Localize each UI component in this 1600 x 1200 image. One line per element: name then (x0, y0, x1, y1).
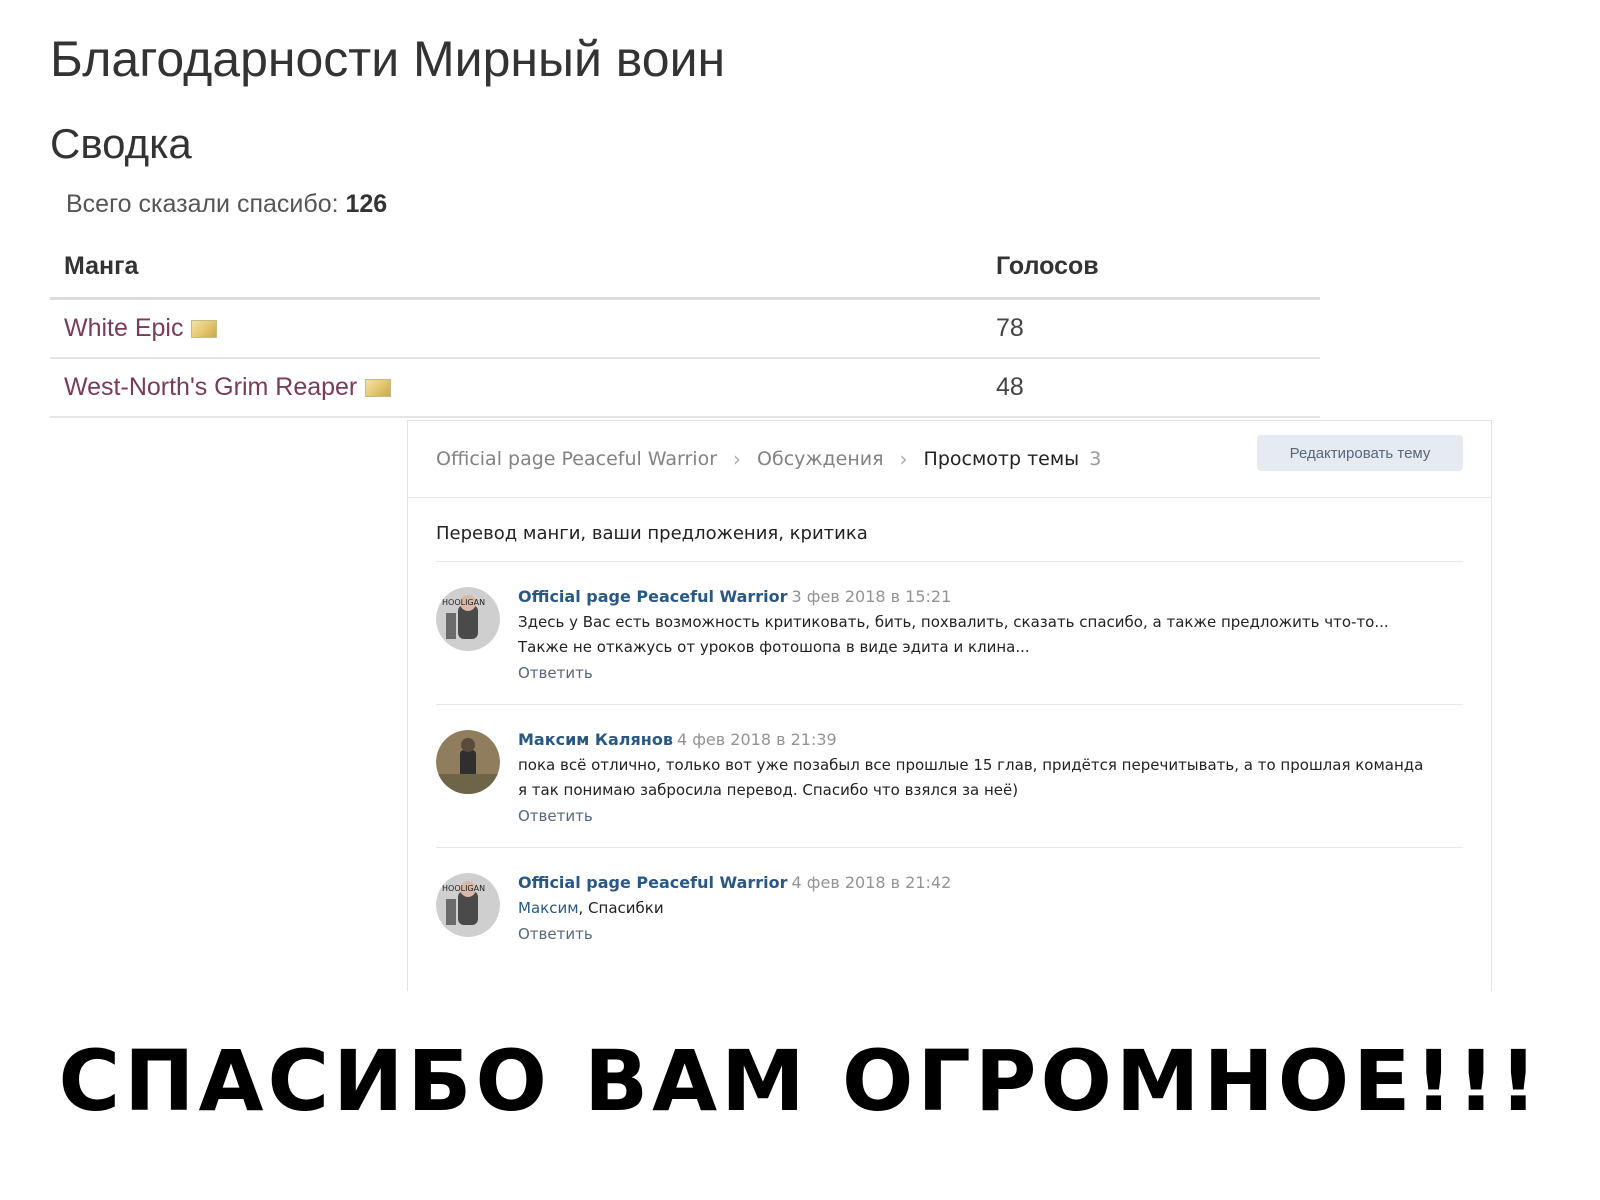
page-title: Благодарности Мирный воин (50, 31, 726, 87)
post-body: Максим Калянов 4 фев 2018 в 21:39 пока вс… (518, 730, 1463, 825)
avatar[interactable]: HOOLIGAN (436, 873, 500, 937)
flag-icon (191, 320, 218, 339)
total-value: 126 (345, 190, 388, 218)
post-body: Official page Peaceful Warrior 4 фев 2018… (518, 873, 1463, 943)
flag-icon (365, 379, 392, 398)
post-text-line: пока всё отлично, только вот уже позабыл… (518, 756, 1424, 774)
svg-text:HOOLIGAN: HOOLIGAN (442, 598, 485, 607)
mention-link[interactable]: Максим (518, 899, 579, 917)
post-text: пока всё отлично, только вот уже позабыл… (518, 753, 1463, 803)
votes-cell: 78 (982, 298, 1320, 359)
breadcrumb-discussions[interactable]: Обсуждения (757, 448, 884, 470)
avatar[interactable]: HOOLIGAN (436, 587, 500, 651)
post-author[interactable]: Official page Peaceful Warrior (518, 873, 788, 892)
manga-cell: White Epic (50, 298, 982, 359)
post-text-line: Здесь у Вас есть возможность критиковать… (518, 613, 1389, 631)
caption: СПАСИБО ВАМ ОГРОМНОЕ!!! (58, 1032, 1542, 1130)
post: Максим Калянов 4 фев 2018 в 21:39 пока вс… (436, 730, 1463, 840)
discussion-panel: Official page Peaceful Warrior › Обсужде… (407, 420, 1492, 991)
post: HOOLIGAN Official page Peaceful Warrior 3… (436, 587, 1463, 697)
breadcrumb-current: Просмотр темы (923, 448, 1080, 470)
reply-link[interactable]: Ответить (518, 664, 593, 682)
post-date: 4 фев 2018 в 21:42 (791, 873, 952, 892)
breadcrumb-group[interactable]: Official page Peaceful Warrior (436, 448, 717, 470)
header-votes: Голосов (982, 240, 1320, 300)
post-text-line: Также не откажусь от уроков фотошопа в в… (518, 638, 1030, 656)
discussion-header: Official page Peaceful Warrior › Обсужде… (408, 421, 1491, 498)
post-text: Здесь у Вас есть возможность критиковать… (518, 610, 1463, 660)
topic-title: Перевод манги, ваши предложения, критика (436, 523, 868, 544)
post-date: 3 фев 2018 в 15:21 (791, 587, 952, 606)
edit-topic-button[interactable]: Редактировать тему (1257, 435, 1463, 471)
total-thanks: Всего сказали спасибо: 126 (66, 190, 387, 219)
post-text-line: , Спасибки (578, 899, 664, 917)
post: HOOLIGAN Official page Peaceful Warrior 4… (436, 873, 1463, 973)
votes-cell: 48 (982, 358, 1320, 418)
chevron-right-icon: › (899, 447, 908, 471)
post-author[interactable]: Максим Калянов (518, 730, 673, 749)
header-manga: Манга (50, 240, 982, 300)
avatar[interactable] (436, 730, 500, 794)
post-date: 4 фев 2018 в 21:39 (676, 730, 837, 749)
post-text-line: я так понимаю забросила перевод. Спасибо… (518, 781, 1019, 799)
svg-text:HOOLIGAN: HOOLIGAN (442, 884, 485, 893)
manga-link-white-epic[interactable]: White Epic (64, 314, 183, 342)
post-text: Максим, Спасибки (518, 896, 1463, 921)
chevron-right-icon: › (733, 447, 742, 471)
posts-count: 3 (1089, 448, 1102, 470)
table-header-row: Манга Голосов (50, 240, 1320, 300)
total-label: Всего сказали спасибо: (66, 190, 339, 218)
manga-cell: West-North's Grim Reaper (50, 358, 982, 418)
manga-link-grim-reaper[interactable]: West-North's Grim Reaper (64, 373, 357, 401)
summary-title: Сводка (50, 120, 192, 167)
post-author[interactable]: Official page Peaceful Warrior (518, 587, 788, 606)
breadcrumb: Official page Peaceful Warrior › Обсужде… (436, 447, 1101, 471)
reply-link[interactable]: Ответить (518, 807, 593, 825)
table-row: West-North's Grim Reaper 48 (50, 358, 1320, 418)
divider (436, 847, 1463, 848)
post-body: Official page Peaceful Warrior 3 фев 2018… (518, 587, 1463, 682)
divider (436, 561, 1463, 562)
divider (436, 704, 1463, 705)
manga-table: Манга Голосов White Epic 78 West-North's… (50, 240, 1320, 418)
table-row: White Epic 78 (50, 298, 1320, 359)
reply-link[interactable]: Ответить (518, 925, 593, 943)
